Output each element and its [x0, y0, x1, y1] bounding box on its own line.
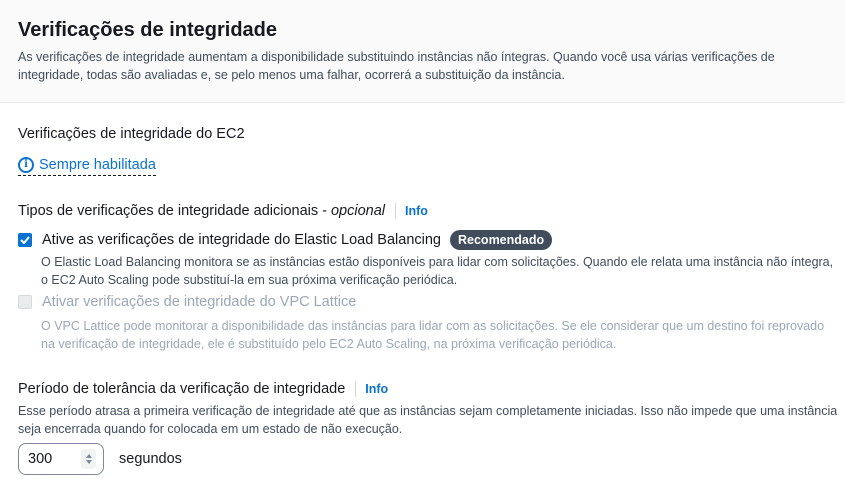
vpc-lattice-health-check-label: Ativar verificações de integridade do VP…: [42, 294, 357, 310]
section-title: Verificações de integridade: [18, 19, 277, 41]
grace-period-description: Esse período atrasa a primeira verificaç…: [18, 404, 838, 436]
always-enabled-text: Sempre habilitada: [39, 156, 156, 173]
spinner-buttons[interactable]: [81, 449, 96, 469]
grace-period-stepper[interactable]: [18, 443, 104, 475]
elb-health-check-label[interactable]: Ative as verificações de integridade do …: [42, 232, 441, 248]
vpc-lattice-health-check-option: Ativar verificações de integridade do VP…: [18, 294, 356, 310]
elb-health-check-option: Ative as verificações de integridade do …: [18, 230, 553, 250]
grace-period-info-link[interactable]: Info: [355, 381, 388, 397]
recommended-badge: Recomendado: [450, 230, 553, 250]
additional-types-text: Tipos de verificações de integridade adi…: [18, 203, 327, 219]
grace-period-unit: segundos: [119, 451, 182, 467]
additional-health-check-types-label: Tipos de verificações de integridade adi…: [18, 203, 428, 219]
always-enabled-popover-trigger[interactable]: i Sempre habilitada: [18, 154, 156, 176]
vpc-lattice-health-check-description: O VPC Lattice pode monitorar a disponibi…: [41, 319, 825, 351]
increment-icon[interactable]: [85, 454, 92, 458]
info-icon: i: [18, 156, 34, 173]
grace-period-label: Período de tolerância da verificação de …: [18, 381, 388, 397]
grace-period-input[interactable]: [28, 450, 78, 468]
elb-health-check-checkbox[interactable]: [18, 233, 32, 247]
elb-health-check-description: O Elastic Load Balancing monitora se as …: [41, 255, 834, 287]
decrement-icon[interactable]: [85, 460, 92, 464]
section-header: Verificações de integridade As verificaç…: [0, 0, 845, 103]
optional-text: opcional: [330, 203, 385, 219]
additional-types-info-link[interactable]: Info: [394, 203, 428, 219]
grace-period-text: Período de tolerância da verificação de …: [18, 381, 346, 397]
ec2-health-check-label: Verificações de integridade do EC2: [18, 126, 245, 142]
section-description: As verificações de integridade aumentam …: [18, 50, 775, 82]
checkmark-icon: [20, 236, 30, 244]
vpc-lattice-health-check-checkbox[interactable]: [18, 295, 32, 309]
